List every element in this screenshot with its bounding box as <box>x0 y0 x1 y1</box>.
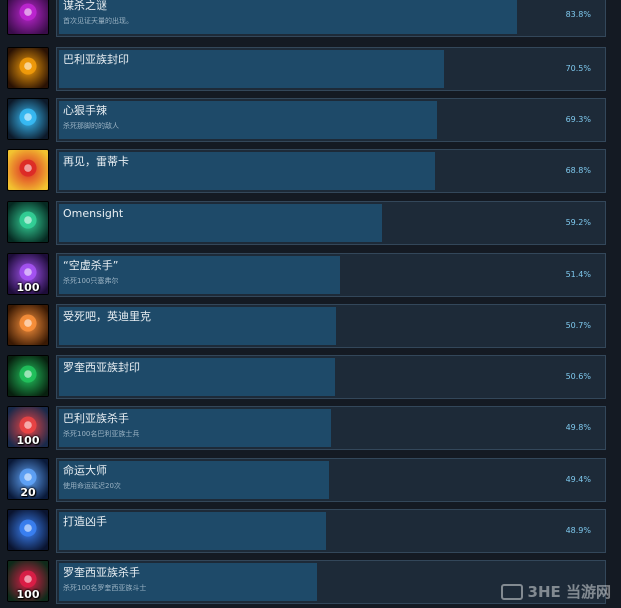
achievement-panel[interactable]: Omensight 59.2% <box>56 201 606 245</box>
clock-icon: 20 <box>7 458 49 500</box>
green-soldier-icon: 100 <box>7 560 49 602</box>
achievement-row: 100 巴利亚族杀手杀死100名巴利亚族士兵 49.8% <box>0 406 621 450</box>
achievement-row: 罗奎西亚族封印 50.6% <box>0 355 621 399</box>
achievement-row: 巴利亚族封印 70.5% <box>0 47 621 91</box>
achievement-title: “空虚杀手” <box>63 259 119 272</box>
fire-orb-icon <box>7 47 49 89</box>
unlock-percentage: 48.9% <box>565 526 591 535</box>
achievement-title: 罗奎西亚族杀手 <box>63 566 140 579</box>
green-orb-icon <box>7 201 49 243</box>
count-badge: 100 <box>16 434 40 447</box>
achievement-title: 罗奎西亚族封印 <box>63 361 140 374</box>
purple-figure-icon <box>7 0 49 35</box>
achievement-title: 受死吧，英迪里克 <box>63 310 151 323</box>
green-seal-icon <box>7 355 49 397</box>
achievement-title: 命运大师 <box>63 464 107 477</box>
red-figure-icon <box>7 149 49 191</box>
blue-swirl-icon <box>7 509 49 551</box>
unlock-percentage: 83.8% <box>565 10 591 19</box>
count-badge: 100 <box>16 588 40 601</box>
watermark-text: 3HE 当游网 <box>527 583 611 601</box>
count-badge: 100 <box>16 281 40 294</box>
unlock-percentage: 50.7% <box>565 321 591 330</box>
achievement-description: 杀死100只塞弗尔 <box>63 277 119 285</box>
achievement-row: 20 命运大师使用命运延迟20次 49.4% <box>0 458 621 502</box>
achievement-description: 杀死100名罗奎西亚族斗士 <box>63 584 147 592</box>
unlock-percentage: 49.4% <box>565 475 591 484</box>
unlock-percentage: 69.3% <box>565 115 591 124</box>
achievement-row: Omensight 59.2% <box>0 201 621 245</box>
achievement-title: 谋杀之谜 <box>63 0 107 12</box>
achievement-row: 心狠手辣杀死那脚的的敌人 69.3% <box>0 98 621 142</box>
achievement-panel[interactable]: 巴利亚族封印 70.5% <box>56 47 606 91</box>
achievement-panel[interactable]: 再见，雷蒂卡 68.8% <box>56 149 606 193</box>
achievement-description: 首次见证天量的出现。 <box>63 17 133 25</box>
achievement-row: 100 “空虚杀手” 杀死100只塞弗尔 51.4% <box>0 253 621 297</box>
achievement-title: 再见，雷蒂卡 <box>63 155 129 168</box>
unlock-percentage: 51.4% <box>565 270 591 279</box>
unlock-percentage: 70.5% <box>565 64 591 73</box>
achievement-panel[interactable]: 罗奎西亚族封印 50.6% <box>56 355 606 399</box>
achievement-panel[interactable]: 命运大师使用命运延迟20次 49.4% <box>56 458 606 502</box>
achievement-panel[interactable]: 谋杀之谜首次见证天量的出现。 83.8% <box>56 0 606 37</box>
achievement-row: 打造凶手 48.9% <box>0 509 621 553</box>
unlock-percentage: 50.6% <box>565 372 591 381</box>
achievement-title: 巴利亚族杀手 <box>63 412 129 425</box>
achievement-row: 受死吧，英迪里克 50.7% <box>0 304 621 348</box>
soldier-icon: 100 <box>7 406 49 448</box>
achievement-panel[interactable]: 巴利亚族杀手杀死100名巴利亚族士兵 49.8% <box>56 406 606 450</box>
achievement-row: 谋杀之谜首次见证天量的出现。 83.8% <box>0 0 621 37</box>
watermark: 3HE 当游网 <box>500 581 611 602</box>
achievement-title: 心狠手辣 <box>63 104 107 117</box>
unlock-percentage: 59.2% <box>565 218 591 227</box>
achievement-description: 杀死100名巴利亚族士兵 <box>63 430 140 438</box>
achievement-panel[interactable]: 打造凶手 48.9% <box>56 509 606 553</box>
watermark-logo-icon <box>500 583 523 600</box>
achievement-panel[interactable]: 心狠手辣杀死那脚的的敌人 69.3% <box>56 98 606 142</box>
warrior-icon <box>7 98 49 140</box>
achievement-description: 使用命运延迟20次 <box>63 482 121 490</box>
unlock-percentage: 68.8% <box>565 166 591 175</box>
achievement-title: Omensight <box>63 207 124 220</box>
achievement-panel[interactable]: “空虚杀手” 杀死100只塞弗尔 51.4% <box>56 253 606 297</box>
void-creature-icon: 100 <box>7 253 49 295</box>
count-badge: 20 <box>20 486 36 499</box>
achievement-title: 打造凶手 <box>63 515 107 528</box>
unlock-percentage: 49.8% <box>565 423 591 432</box>
achievement-description: 杀死那脚的的敌人 <box>63 122 119 130</box>
achievement-row: 再见，雷蒂卡 68.8% <box>0 149 621 193</box>
flame-warrior-icon <box>7 304 49 346</box>
achievement-panel[interactable]: 受死吧，英迪里克 50.7% <box>56 304 606 348</box>
achievement-title: 巴利亚族封印 <box>63 53 129 66</box>
progress-fill <box>59 101 437 139</box>
